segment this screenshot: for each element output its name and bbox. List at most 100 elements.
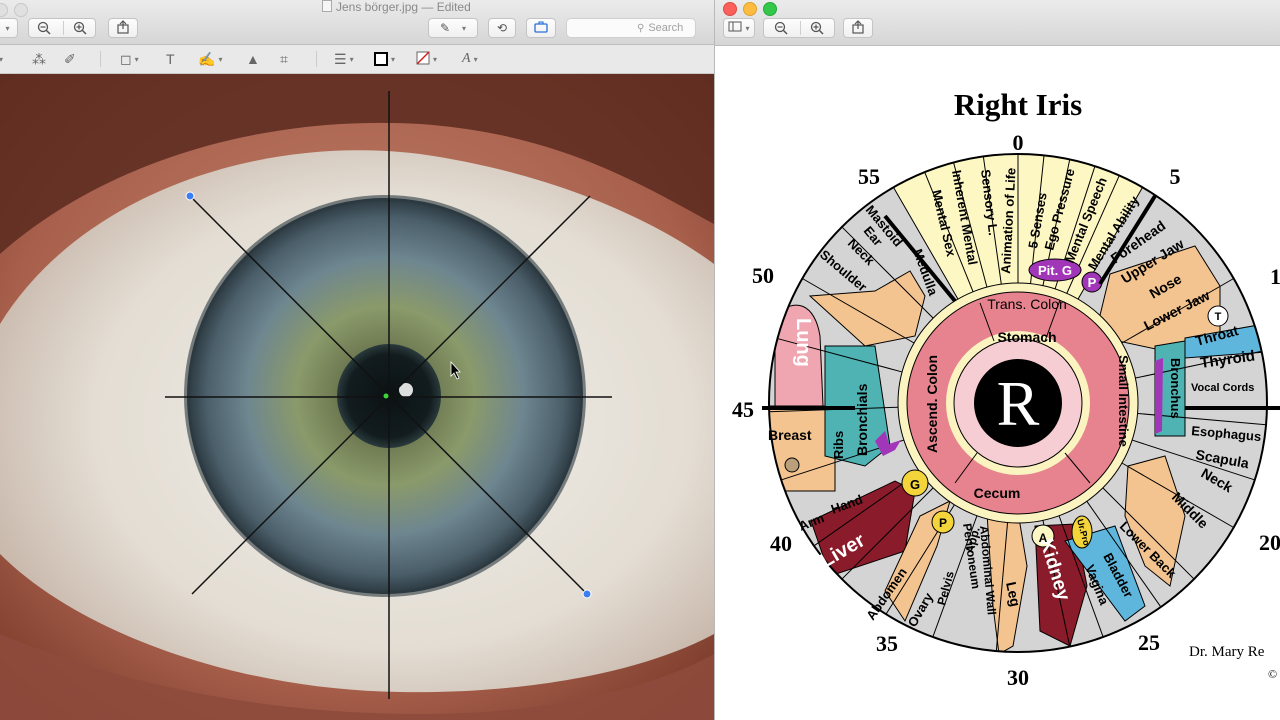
line-endpoint-handle[interactable] xyxy=(185,191,195,201)
left-titlebar: Jens börger.jpg — Edited ▾ ✎ ▾ ⟲ ⚲ Search xyxy=(0,0,714,45)
chart-title: Right Iris xyxy=(954,87,1082,122)
tick-45: 45 xyxy=(732,397,754,422)
label-p-top: P xyxy=(1088,275,1097,290)
center-letter: R xyxy=(997,368,1040,439)
chevron-down-icon: ▾ xyxy=(391,54,396,64)
share-icon xyxy=(117,19,129,37)
selection-tool-caret[interactable]: ▾ xyxy=(0,49,3,69)
border-color-tool[interactable]: ▾ xyxy=(374,49,395,69)
center-point-handle[interactable] xyxy=(383,393,389,399)
tick-10: 10 xyxy=(1270,264,1280,289)
sidebar-toggle-button[interactable]: ▾ xyxy=(723,18,755,38)
zoom-out-icon[interactable] xyxy=(37,21,51,38)
trans-colon-label: Trans. Colon xyxy=(987,296,1067,312)
border-color-icon xyxy=(374,52,388,66)
cecum-label: Cecum xyxy=(974,485,1021,501)
rotate-button[interactable]: ⟲ xyxy=(488,18,516,38)
tick-35: 35 xyxy=(876,631,898,656)
label-g-badge: G xyxy=(910,477,920,492)
toolbar-divider xyxy=(316,51,317,67)
line-endpoint-handle[interactable] xyxy=(582,589,592,599)
shapes-icon: ◻ xyxy=(120,50,132,67)
label-pit-g: Pit. G xyxy=(1038,263,1072,278)
chevron-down-icon: ▾ xyxy=(433,54,438,64)
title-separator: — xyxy=(421,0,434,14)
tick-50: 50 xyxy=(752,263,774,288)
zoom-out-icon[interactable] xyxy=(774,21,788,38)
chevron-down-icon: ▾ xyxy=(349,54,354,64)
stomach-label: Stomach xyxy=(997,329,1056,345)
toolbar-divider xyxy=(100,51,101,67)
fill-color-icon xyxy=(416,50,430,68)
preview-window-right: ▾ Right Iris R 0 5 1 20 25 30 35 40 45 5… xyxy=(714,0,1280,720)
tick-20: 20 xyxy=(1259,530,1280,555)
copyright-mark: © xyxy=(1268,667,1277,681)
line-style-tool[interactable]: ☰ ▾ xyxy=(334,49,354,69)
rotate-icon: ⟲ xyxy=(496,21,508,35)
line-style-icon: ☰ xyxy=(334,50,347,67)
label-p-badge: P xyxy=(939,516,947,530)
shapes-tool[interactable]: ◻ ▾ xyxy=(120,49,139,69)
share-icon xyxy=(852,19,864,37)
markup-toggle-button[interactable]: ✎ ▾ xyxy=(428,18,478,38)
chevron-down-icon: ▾ xyxy=(134,54,139,64)
zoom-window-button[interactable] xyxy=(763,2,777,16)
tick-0: 0 xyxy=(1013,130,1024,155)
text-icon: T xyxy=(166,51,175,67)
tick-5: 5 xyxy=(1170,164,1181,189)
minimize-dot-inactive[interactable] xyxy=(14,3,28,17)
chevron-down-icon: ▾ xyxy=(0,54,4,64)
text-style-tool[interactable]: A ▾ xyxy=(462,49,478,69)
tick-55: 55 xyxy=(858,164,880,189)
breast-nipple xyxy=(784,457,800,473)
label-t-badge: T xyxy=(1215,311,1222,323)
search-field[interactable]: ⚲ Search xyxy=(566,18,696,38)
close-button[interactable] xyxy=(723,2,737,16)
label-ribs: Ribs xyxy=(831,431,846,459)
tick-30: 30 xyxy=(1007,665,1029,690)
text-style-icon: A xyxy=(462,51,471,66)
ascend-colon-label: Ascend. Colon xyxy=(924,355,940,453)
chevron-down-icon: ▾ xyxy=(745,23,750,33)
crop-icon: ⌗ xyxy=(280,50,288,67)
label-a-badge: A xyxy=(1039,531,1048,545)
search-icon: ⚲ xyxy=(637,22,645,34)
zoom-in-icon[interactable] xyxy=(73,21,87,38)
signature-tool[interactable]: ✍ ▾ xyxy=(198,49,222,69)
crop-tool[interactable]: ⌗ xyxy=(280,49,288,69)
share-button[interactable] xyxy=(843,18,873,38)
chevron-down-icon: ▾ xyxy=(218,54,223,64)
author-credit: Dr. Mary Re xyxy=(1189,644,1265,660)
fill-color-tool[interactable]: ▾ xyxy=(416,49,437,69)
right-titlebar: ▾ xyxy=(715,0,1280,46)
label-lung: Lung xyxy=(792,318,814,367)
chevron-down-icon: ▾ xyxy=(5,23,10,33)
zoom-button-group xyxy=(28,18,96,38)
label-breast: Breast xyxy=(768,427,812,443)
minimize-button[interactable] xyxy=(743,2,757,16)
preview-window-left: Jens börger.jpg — Edited ▾ ✎ ▾ ⟲ ⚲ Search … xyxy=(0,0,714,720)
pen-icon: ✎ xyxy=(439,21,451,35)
toolbox-button[interactable] xyxy=(526,18,556,38)
small-intestine-label: Small Intestine xyxy=(1116,355,1131,447)
zoom-button-group xyxy=(763,18,835,38)
magic-wand-icon: ⁂ xyxy=(32,50,46,67)
sidebar-toggle-button[interactable]: ▾ xyxy=(0,18,18,38)
sidebar-icon xyxy=(728,21,742,35)
close-dot-inactive[interactable] xyxy=(0,3,8,17)
adjust-color-icon: ▲ xyxy=(246,51,260,67)
instant-alpha-tool[interactable]: ⁂ xyxy=(32,49,46,69)
bronchus-purple-mark xyxy=(1155,358,1163,434)
eye-photo xyxy=(0,74,714,720)
document-icon xyxy=(322,0,332,12)
label-bronchials: Bronchials xyxy=(854,383,870,456)
zoom-in-icon[interactable] xyxy=(810,21,824,38)
sketch-tool[interactable]: ✐ xyxy=(64,49,76,69)
adjust-color-tool[interactable]: ▲ xyxy=(246,49,260,69)
share-button[interactable] xyxy=(108,18,138,38)
text-tool[interactable]: T xyxy=(166,49,175,69)
search-placeholder: Search xyxy=(648,22,684,34)
window-title: Jens börger.jpg — Edited xyxy=(322,0,471,14)
toolbox-icon xyxy=(534,20,548,36)
sketch-icon: ✐ xyxy=(64,50,76,67)
